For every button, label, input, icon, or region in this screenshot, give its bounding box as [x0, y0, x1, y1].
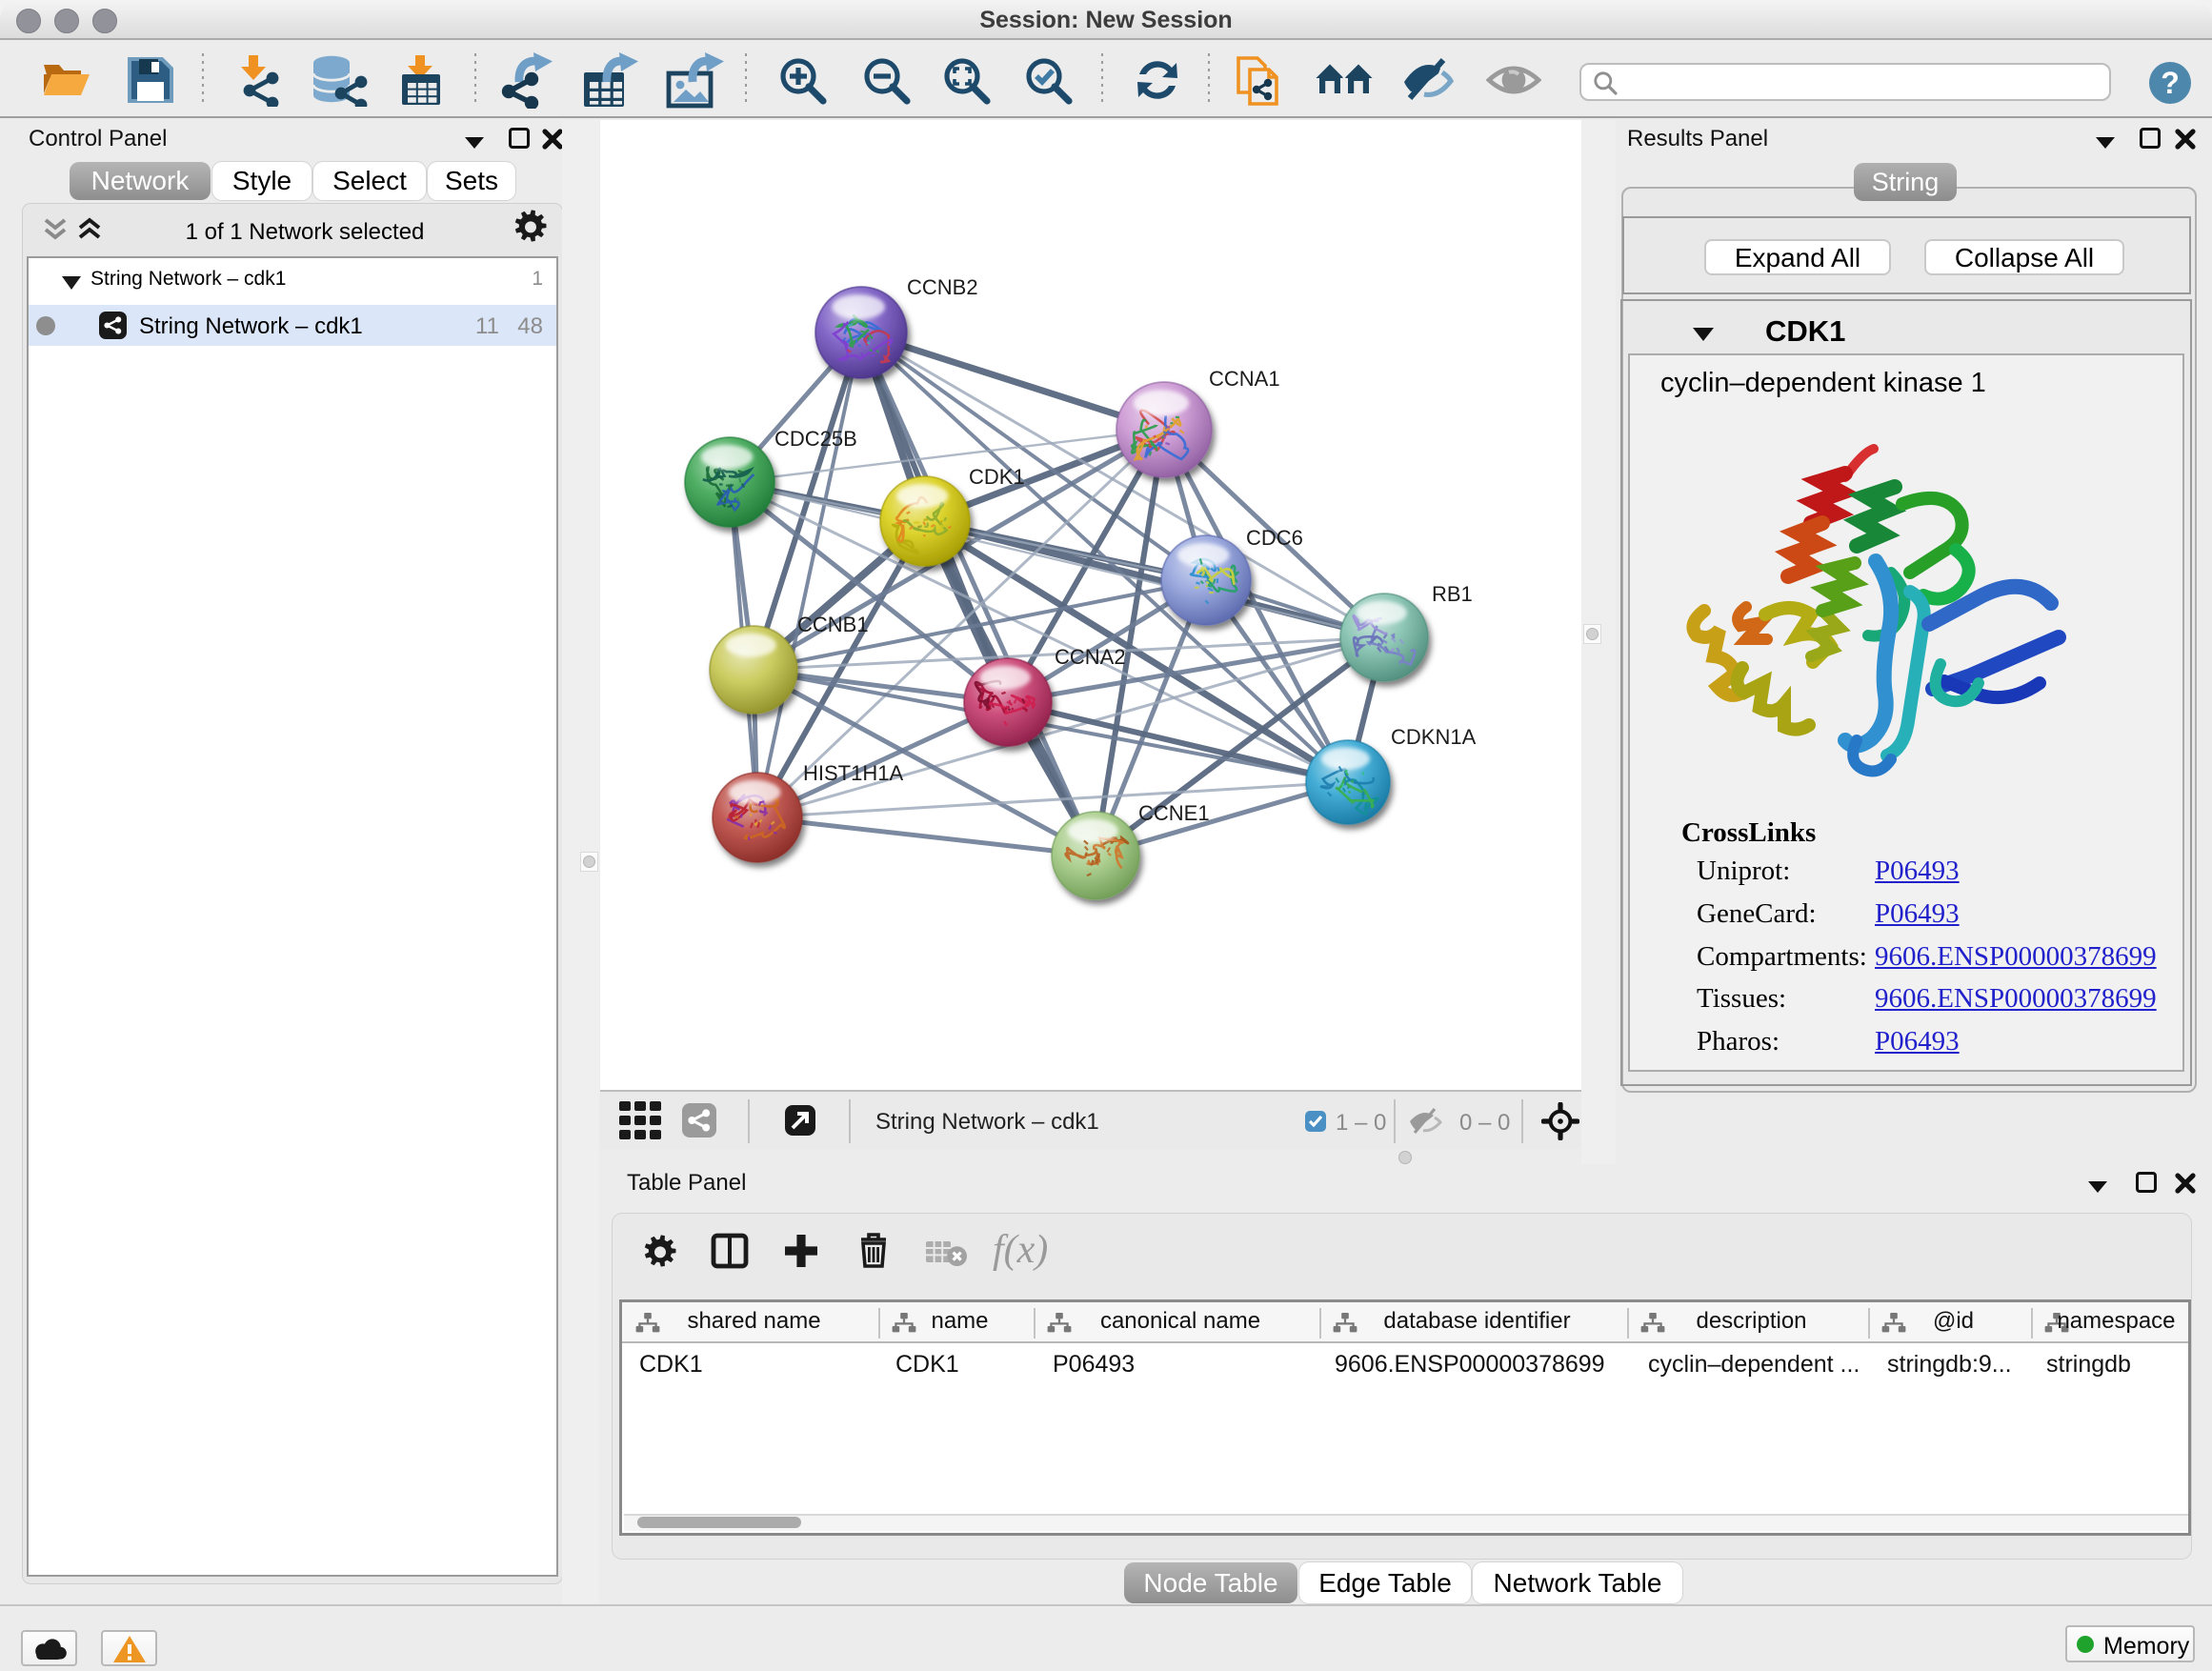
svg-text:RB1: RB1: [1432, 582, 1473, 606]
svg-text:CCNB1: CCNB1: [797, 613, 869, 636]
svg-text:CDC25B: CDC25B: [774, 427, 857, 451]
svg-text:CDC6: CDC6: [1246, 526, 1303, 550]
svg-text:CCNA2: CCNA2: [1055, 645, 1126, 669]
svg-text:CCNA1: CCNA1: [1209, 367, 1280, 391]
svg-text:CDKN1A: CDKN1A: [1391, 725, 1477, 749]
svg-text:CDK1: CDK1: [969, 465, 1025, 489]
svg-text:HIST1H1A: HIST1H1A: [803, 761, 903, 785]
svg-text:CCNB2: CCNB2: [907, 275, 978, 299]
svg-text:CCNE1: CCNE1: [1138, 801, 1210, 825]
